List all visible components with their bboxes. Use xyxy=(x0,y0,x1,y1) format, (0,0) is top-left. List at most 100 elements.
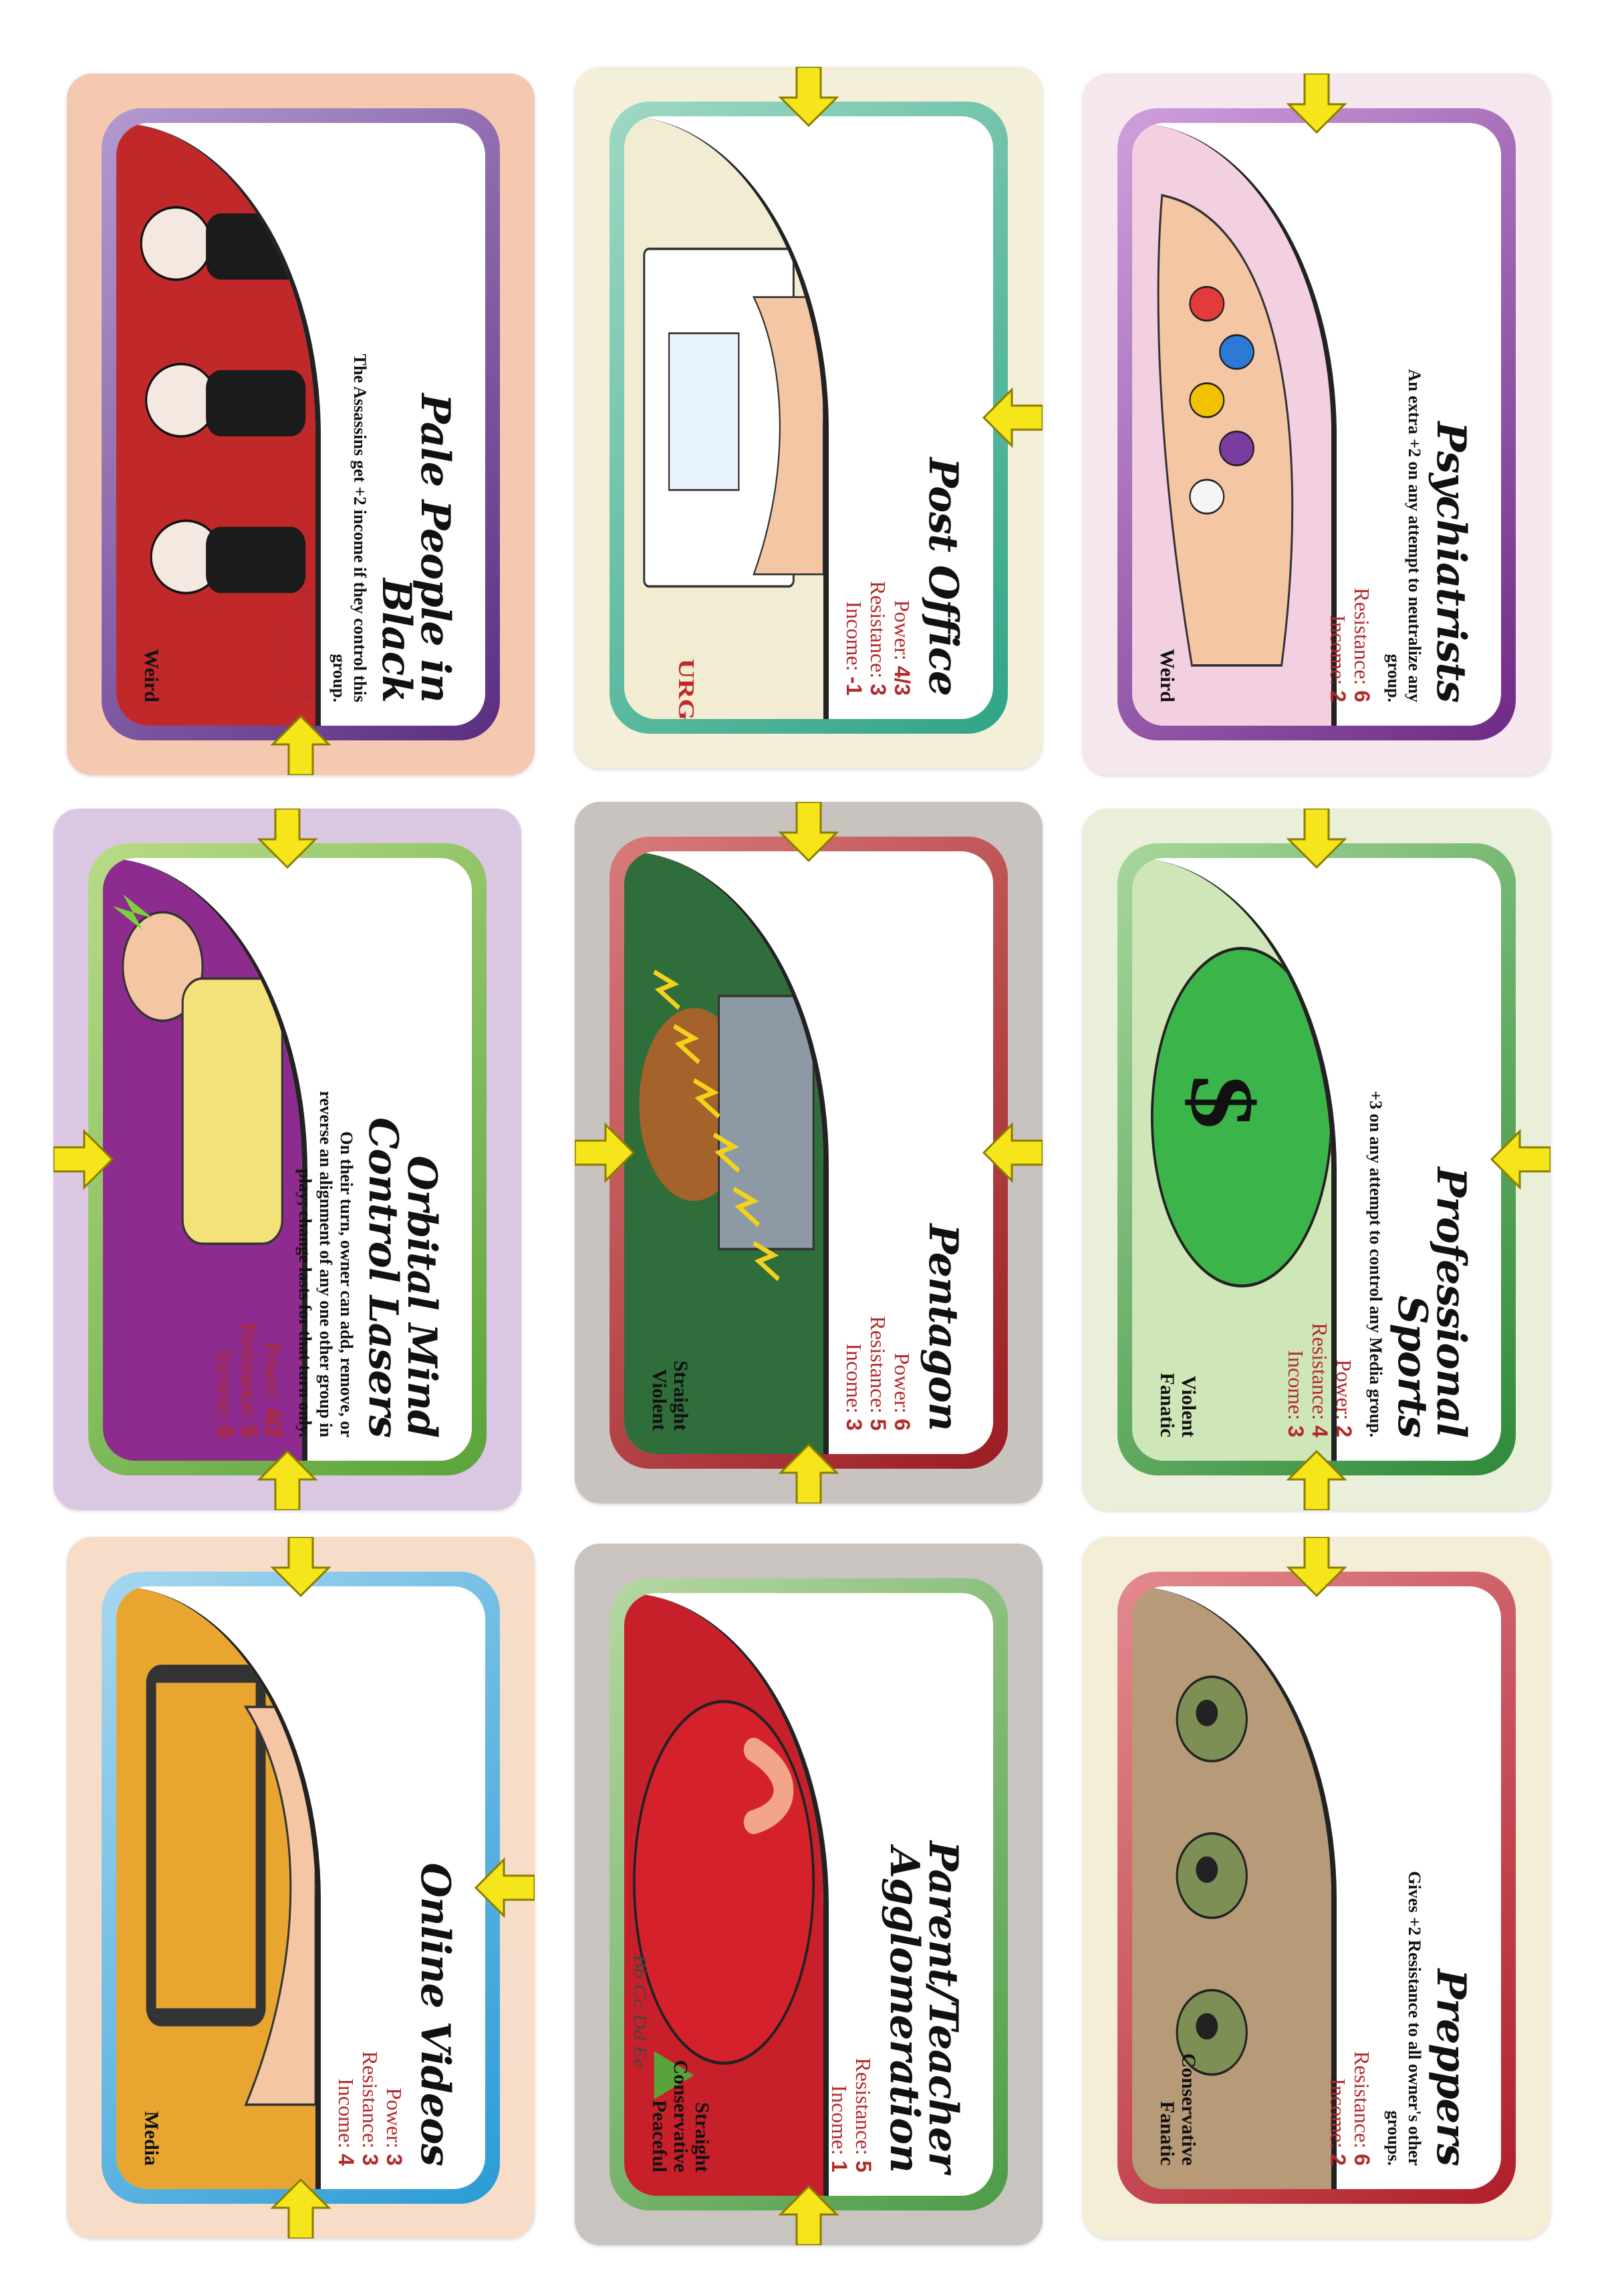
stat-row: Power: 4/3 xyxy=(890,344,914,696)
card-orbital-lasers[interactable]: Orbital Mind Control Lasers On their turn… xyxy=(53,809,521,1510)
card-text-area: Post Office Power: 4/3 Resistance: 3 Income… xyxy=(624,116,993,719)
stat-label: Income: xyxy=(842,1343,866,1414)
card-title: Pentagon xyxy=(920,1224,966,1431)
card-frame: $ Professional Sports +3 on any attempt to… xyxy=(1117,843,1516,1475)
card-face: Psychiatrists An extra +2 on any attempt … xyxy=(1132,123,1501,726)
card-description: An extra +2 on any attempt to neutralize… xyxy=(1384,369,1424,702)
top-connection-arrow-icon xyxy=(775,67,842,130)
right-connection-arrow-icon xyxy=(980,384,1043,451)
card-alignments: Media xyxy=(140,2111,162,2166)
card-frame: Pentagon Power: 6 Resistance: 5 Income: 3 St… xyxy=(610,837,1008,1469)
stat-row: Resistance: 5 xyxy=(851,1821,876,2172)
alignment-tag: Straight xyxy=(670,1360,692,1431)
bottom-connection-arrow-icon xyxy=(267,712,334,775)
stat-row: Income: 2 xyxy=(1326,351,1350,702)
bottom-connection-arrow-icon xyxy=(267,2176,334,2239)
stat-label: Resistance: xyxy=(1308,1322,1332,1421)
stat-label: Resistance: xyxy=(237,1322,261,1421)
bottom-connection-arrow-icon xyxy=(1283,1447,1350,1510)
stat-label: Resistance: xyxy=(866,1316,890,1414)
alignment-tag: Peaceful xyxy=(648,2100,670,2172)
card-text-area: Psychiatrists An extra +2 on any attempt … xyxy=(1132,123,1501,726)
card-stats: Resistance: 1 Income: 2 xyxy=(271,351,319,702)
card-stats: Power: 4/2 Resistance: 5 Income: 0 xyxy=(213,1086,285,1437)
card-alignments: Violent Fanatic xyxy=(1156,1373,1200,1437)
stat-value: 4/3 xyxy=(890,666,914,696)
card-description: +3 on any attempt to control any Media g… xyxy=(1366,1091,1385,1437)
alignment-tag: Violent xyxy=(1178,1375,1200,1437)
card-title: Orbital Mind Control Lasers xyxy=(360,1117,445,1437)
top-connection-arrow-icon xyxy=(1283,1537,1350,1600)
card-post-office[interactable]: URGENT Post Office Power: 4/3 Resistance: 3… xyxy=(575,67,1043,768)
alignment-tag: Fanatic xyxy=(1156,1373,1178,1437)
card-pale-people[interactable]: Pale People in Black The Assassins get +2… xyxy=(67,74,535,775)
stat-value: 3 xyxy=(382,2154,406,2166)
stat-value: 3 xyxy=(1284,1425,1308,1437)
stat-label: Resistance: xyxy=(851,2057,876,2156)
stat-label: Income: xyxy=(827,2085,851,2156)
stat-value: 2 xyxy=(271,690,295,702)
stat-row: Power: 3 xyxy=(382,1814,406,2166)
stat-value: 4 xyxy=(334,2154,358,2166)
card-stats: Resistance: 6 Income: 2 xyxy=(1326,351,1374,702)
card-stats: Resistance: 5 Income: 1 xyxy=(827,1821,876,2172)
stat-row: Income: 3 xyxy=(1284,1086,1308,1437)
card-frame: Pale People in Black The Assassins get +2… xyxy=(102,108,500,740)
stat-row: Income: 2 xyxy=(1326,1814,1350,2166)
stat-row: Power: 2 xyxy=(1332,1086,1356,1437)
stat-value: 3 xyxy=(866,684,890,696)
stat-value: 4 xyxy=(1308,1425,1332,1437)
stat-label: Resistance: xyxy=(1350,587,1374,686)
right-connection-arrow-icon xyxy=(980,1119,1043,1186)
card-pro-sports[interactable]: $ Professional Sports +3 on any attempt to… xyxy=(1083,809,1551,1510)
stat-value: 6 xyxy=(1350,690,1374,702)
card-stats: Power: 3 Resistance: 3 Income: 4 xyxy=(334,1814,406,2166)
card-title: Parent/Teacher Agglomeration xyxy=(881,1840,966,2172)
stat-label: Resistance: xyxy=(866,581,890,679)
card-frame: Online Videos Power: 3 Resistance: 3 Income… xyxy=(102,1572,500,2204)
card-description: On their turn, owner can add, remove, or… xyxy=(295,1091,356,1437)
alignment-tag: Straight xyxy=(691,2102,713,2172)
stat-value: 3 xyxy=(358,2154,382,2166)
card-description: Gives +2 Resistance to all owner's other… xyxy=(1384,1871,1424,2166)
card-face: Orbital Mind Control Lasers On their turn… xyxy=(103,858,472,1461)
stat-label: Resistance: xyxy=(295,587,319,686)
card-description: The Assassins get +2 income if they cont… xyxy=(329,353,370,702)
stat-label: Power: xyxy=(382,2088,406,2149)
alignment-tag: Weird xyxy=(140,649,162,702)
card-alignments: Straight Conservative Peaceful xyxy=(648,2059,713,2172)
alignment-tag: Weird xyxy=(1156,649,1178,702)
stat-label: Resistance: xyxy=(1350,2051,1374,2149)
stat-value: 0 xyxy=(213,1425,237,1437)
bottom-connection-arrow-icon xyxy=(775,2182,842,2245)
stat-row: Resistance: 6 xyxy=(1350,351,1374,702)
card-parent-teacher[interactable]: Bb Cc Dd Ee Parent/Teacher Agglomeration R… xyxy=(575,1544,1043,2245)
stat-value: 5 xyxy=(866,1419,890,1431)
stat-value: 4/2 xyxy=(261,1407,285,1437)
card-title: Professional Sports xyxy=(1389,1167,1474,1437)
stat-row: Income: 0 xyxy=(213,1086,237,1437)
stat-label: Power: xyxy=(261,1341,285,1403)
card-alignments: Conservative Fanatic xyxy=(1156,2053,1200,2166)
card-face: Pentagon Power: 6 Resistance: 5 Income: 3 St… xyxy=(624,851,993,1454)
stat-label: Income: xyxy=(842,601,866,672)
stat-row: Resistance: 6 xyxy=(1350,1814,1374,2166)
card-online-videos[interactable]: Online Videos Power: 3 Resistance: 3 Income… xyxy=(67,1537,535,2239)
card-frame: Bb Cc Dd Ee Parent/Teacher Agglomeration R… xyxy=(610,1578,1008,2210)
card-alignments: Weird xyxy=(140,649,162,702)
card-preppers[interactable]: Preppers Gives +2 Resistance to all owner… xyxy=(1083,1537,1551,2239)
card-face: Online Videos Power: 3 Resistance: 3 Income… xyxy=(116,1586,485,2189)
card-pentagon[interactable]: Pentagon Power: 6 Resistance: 5 Income: 3 St… xyxy=(575,802,1043,1503)
card-stats: Power: 6 Resistance: 5 Income: 3 xyxy=(842,1079,914,1431)
card-stats: Power: 2 Resistance: 4 Income: 3 xyxy=(1284,1086,1356,1437)
alignment-tag: Conservative xyxy=(670,2059,692,2172)
alignment-tag: Violent xyxy=(648,1369,670,1431)
bottom-connection-arrow-icon xyxy=(775,1441,842,1503)
stat-row: Power: 4/2 xyxy=(261,1086,285,1437)
stat-label: Income: xyxy=(271,615,295,686)
card-stats: Resistance: 6 Income: 2 xyxy=(1326,1814,1374,2166)
stat-value: 2 xyxy=(1326,2154,1350,2166)
card-psychiatrists[interactable]: Psychiatrists An extra +2 on any attempt … xyxy=(1083,74,1551,775)
alignment-tag: Media xyxy=(140,2111,162,2166)
stat-value: 3 xyxy=(842,1419,866,1431)
